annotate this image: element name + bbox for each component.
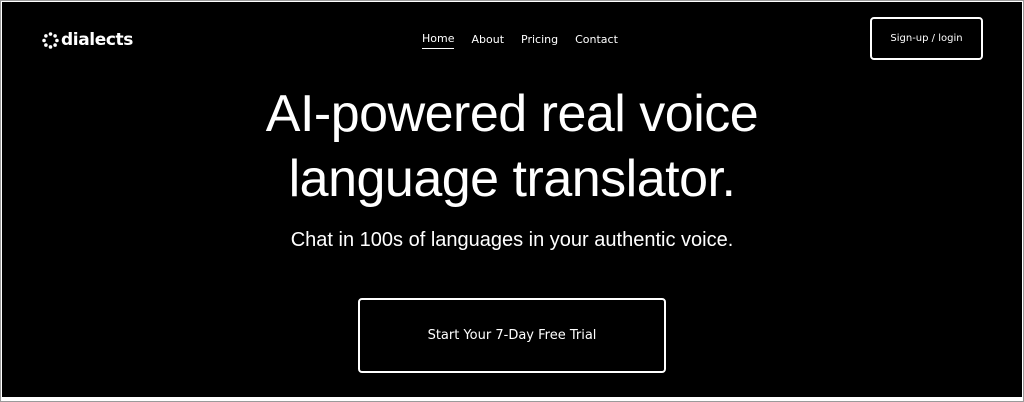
- nav-item-pricing[interactable]: Pricing: [521, 32, 558, 48]
- main-nav: Home About Pricing Contact: [422, 31, 618, 49]
- nav-item-about[interactable]: About: [471, 32, 504, 48]
- brand-logo-link[interactable]: dialects: [42, 29, 133, 51]
- starburst-icon: [42, 31, 59, 49]
- landing-page: dialects Home About Pricing Contact Sign…: [2, 2, 1022, 397]
- hero-subtitle: Chat in 100s of languages in your authen…: [290, 229, 734, 251]
- nav-item-home[interactable]: Home: [422, 31, 455, 49]
- brand-name: dialects: [61, 30, 133, 50]
- free-trial-button[interactable]: Start Your 7-Day Free Trial: [358, 298, 666, 373]
- hero-title-line-2: language translator.: [288, 150, 736, 208]
- hero-title-line-1: AI-powered real voice: [265, 85, 759, 143]
- hero-title: AI-powered real voice language translato…: [2, 82, 1022, 212]
- signup-login-button[interactable]: Sign-up / login: [870, 17, 983, 60]
- nav-item-contact[interactable]: Contact: [575, 32, 618, 48]
- browser-frame: dialects Home About Pricing Contact Sign…: [0, 0, 1024, 402]
